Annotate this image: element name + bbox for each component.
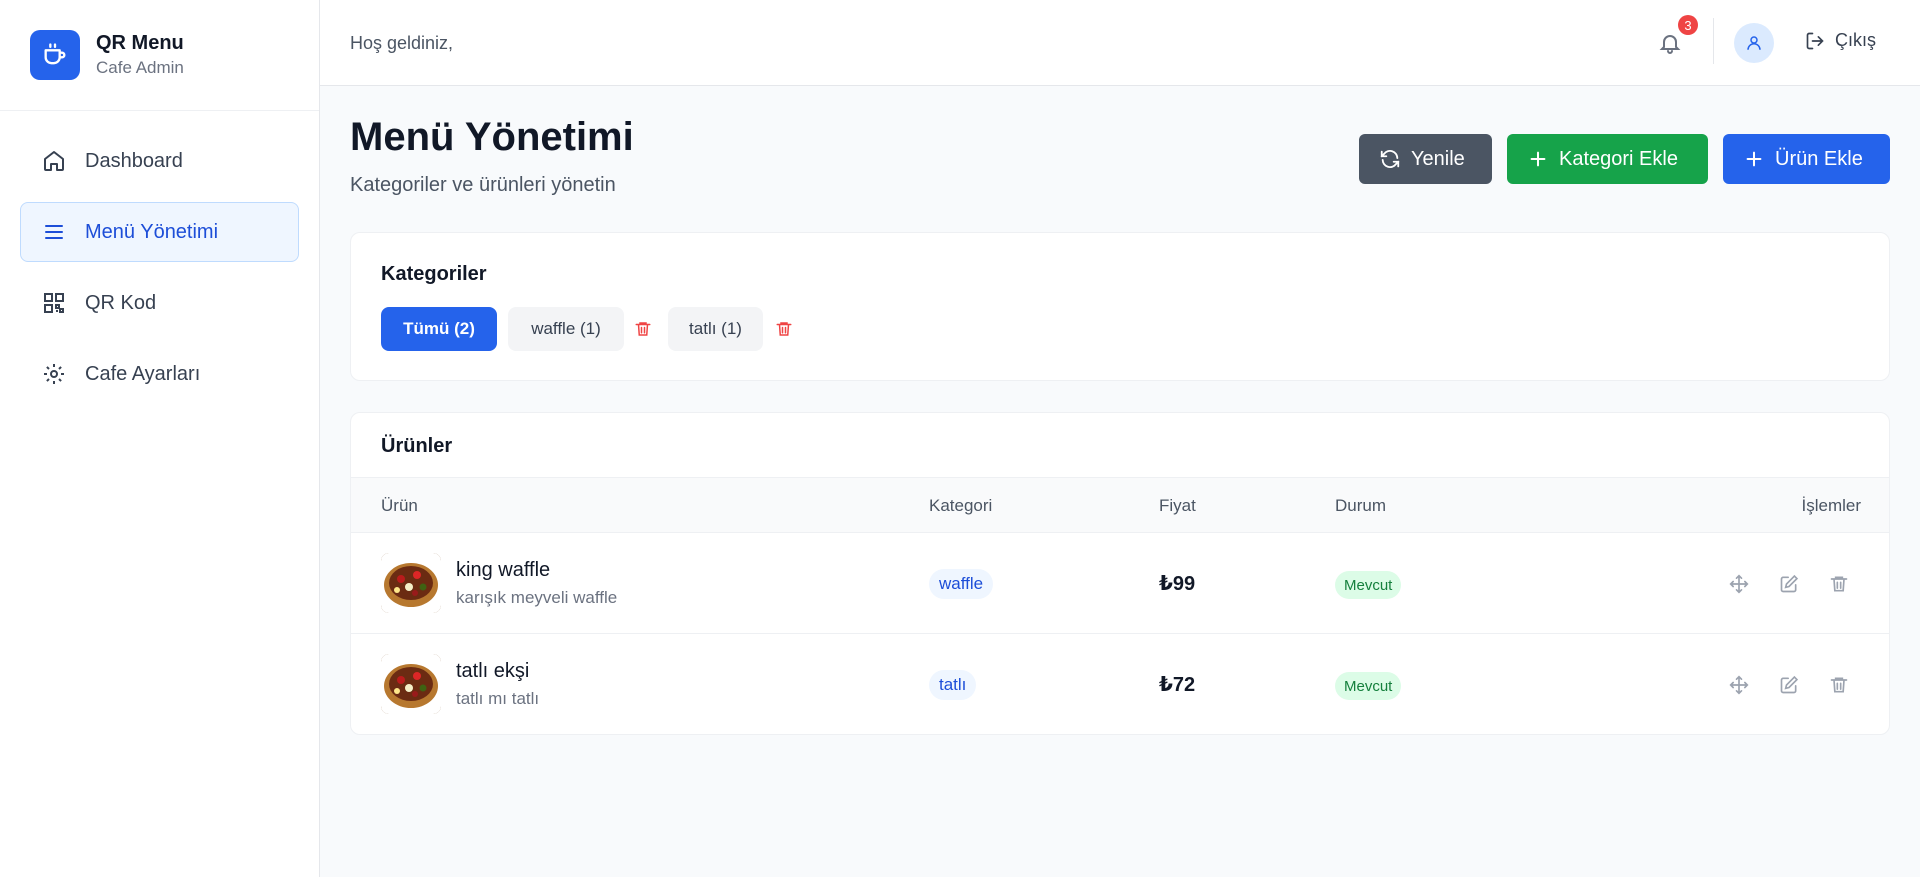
refresh-button[interactable]: Yenile [1359,134,1492,184]
categories-title: Kategoriler [381,263,487,285]
trash-icon[interactable] [1826,571,1852,597]
menu-lines-icon [41,219,67,245]
product-description: tatlı mı tatlı [456,689,540,708]
product-image [381,553,441,613]
products-title: Ürünler [381,435,453,457]
page-subtitle: Kategoriler ve ürünleri yönetin [350,174,616,196]
product-name: tatlı ekşi [456,660,530,682]
column-header-category: Kategori [929,496,993,515]
product-price: ₺72 [1159,674,1196,696]
logout-button[interactable]: Çıkış [1805,30,1876,51]
sidebar-nav: Dashboard Menü Yönetimi QR Kod Cafe Ayar… [0,111,319,435]
trash-icon[interactable] [772,317,796,341]
refresh-label: Yenile [1411,147,1465,170]
category-chip-tatli[interactable]: tatlı (1) [668,307,763,351]
add-product-button[interactable]: Ürün Ekle [1723,134,1890,184]
status-badge: Mevcut [1335,672,1402,700]
sidebar-item-label: QR Kod [85,291,157,314]
sidebar-item-label: Cafe Ayarları [85,362,201,385]
table-row: king waffle karışık meyveli waffle waffl… [351,533,1889,634]
product-price: ₺99 [1159,573,1196,595]
refresh-icon [1379,148,1401,170]
table-header: Ürün Kategori Fiyat Durum İşlemler [351,477,1889,533]
column-header-actions: İşlemler [1801,496,1861,515]
column-header-status: Durum [1335,496,1387,515]
trash-icon[interactable] [631,317,655,341]
edit-icon[interactable] [1776,672,1802,698]
product-image [381,654,441,714]
add-category-button[interactable]: Kategori Ekle [1507,134,1708,184]
top-header: Hoş geldiniz, 3 Çıkış [320,0,1920,86]
add-category-label: Kategori Ekle [1559,147,1678,170]
plus-icon [1743,148,1765,170]
category-chip-all[interactable]: Tümü (2) [381,307,497,351]
category-badge: tatlı [929,670,977,700]
coffee-cup-icon [30,30,80,80]
edit-icon[interactable] [1776,571,1802,597]
product-description: karışık meyveli waffle [456,588,618,607]
gear-icon [41,361,67,387]
qr-code-icon [41,290,67,316]
category-chip-waffle[interactable]: waffle (1) [508,307,624,351]
move-icon[interactable] [1726,672,1752,698]
plus-icon [1527,148,1549,170]
logout-label: Çıkış [1835,30,1877,50]
user-avatar[interactable] [1734,23,1774,63]
trash-icon[interactable] [1826,672,1852,698]
products-card: Ürünler Ürün Kategori Fiyat Durum İşleml… [350,412,1890,735]
sidebar-item-qr-code[interactable]: QR Kod [20,273,299,333]
sidebar-item-label: Menü Yönetimi [85,220,219,243]
categories-card: Kategoriler Tümü (2) waffle (1) tatlı (1… [350,232,1890,381]
brand: QR Menu Cafe Admin [0,0,319,111]
brand-subtitle: Cafe Admin [96,58,184,77]
column-header-price: Fiyat [1159,496,1196,515]
header-divider [1713,18,1714,64]
home-icon [41,148,67,174]
product-name: king waffle [456,559,551,581]
page-title: Menü Yönetimi [350,115,634,159]
sidebar: QR Menu Cafe Admin Dashboard Menü Yöneti… [0,0,320,877]
add-product-label: Ürün Ekle [1775,147,1863,170]
move-icon[interactable] [1726,571,1752,597]
sidebar-item-menu-management[interactable]: Menü Yönetimi [20,202,299,262]
table-row: tatlı ekşi tatlı mı tatlı tatlı ₺72 Mevc… [351,634,1889,734]
sidebar-item-cafe-settings[interactable]: Cafe Ayarları [20,344,299,404]
category-badge: waffle [929,569,994,599]
sidebar-item-dashboard[interactable]: Dashboard [20,131,299,191]
notification-badge: 3 [1678,15,1698,35]
status-badge: Mevcut [1335,571,1402,599]
welcome-text: Hoş geldiniz, [350,33,454,53]
column-header-product: Ürün [381,496,418,515]
brand-title: QR Menu [96,32,184,54]
logout-icon [1805,31,1825,51]
sidebar-item-label: Dashboard [85,149,183,172]
